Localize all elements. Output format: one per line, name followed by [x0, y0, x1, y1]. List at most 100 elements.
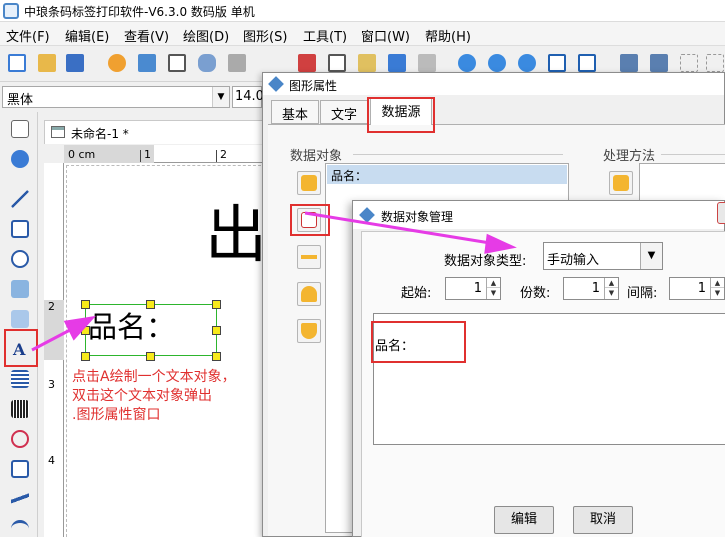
- new-file-icon[interactable]: [8, 54, 26, 72]
- start-stepper[interactable]: 1 ▲ ▼: [445, 277, 501, 300]
- chevron-down-icon[interactable]: ▼: [640, 243, 662, 269]
- app-icon: [3, 3, 19, 19]
- edit-button[interactable]: 编辑: [494, 506, 554, 534]
- menu-help[interactable]: 帮助(H): [425, 26, 471, 45]
- remove-object-button[interactable]: [297, 245, 321, 269]
- rectangle-tool-icon[interactable]: [11, 220, 29, 238]
- save-icon[interactable]: [66, 54, 84, 72]
- instruction-annotation: 点击A绘制一个文本对象， 双击这个文本对象弹出 .图形属性窗口: [72, 368, 272, 425]
- resize-handle[interactable]: [146, 300, 155, 309]
- menu-tools[interactable]: 工具(T): [303, 26, 347, 45]
- start-label: 起始:: [401, 286, 432, 301]
- resize-handle[interactable]: [146, 352, 155, 361]
- copy-icon[interactable]: [328, 54, 346, 72]
- interval-stepper[interactable]: 1 ▲ ▼: [669, 277, 725, 300]
- font-row: 黑体 ▼ 14.0: [0, 84, 264, 110]
- move-down-button[interactable]: [297, 319, 321, 343]
- document-tab[interactable]: 未命名-1 *: [44, 120, 264, 144]
- resize-handle[interactable]: [81, 352, 90, 361]
- copies-stepper[interactable]: 1 ▲ ▼: [563, 277, 619, 300]
- spin-down-icon[interactable]: ▼: [605, 288, 618, 298]
- chevron-down-icon[interactable]: ▼: [212, 87, 229, 107]
- menu-file[interactable]: 文件(F): [6, 26, 50, 45]
- print-icon[interactable]: [138, 54, 156, 72]
- dialog-icon: [359, 207, 375, 223]
- tab-label: 文字: [330, 108, 357, 123]
- datasource-tab-highlight: [367, 97, 435, 133]
- zoom-in-icon[interactable]: [458, 54, 476, 72]
- tab-basic[interactable]: 基本: [271, 100, 319, 124]
- align-icon[interactable]: [680, 54, 698, 72]
- distribute-icon[interactable]: [706, 54, 724, 72]
- data-object-manager-dialog: 数据对象管理 数据对象类型: 手动输入 ▼ 起始: 1 ▲ ▼ 份数: 1 ▲ ▼ …: [352, 200, 725, 537]
- grid-icon[interactable]: [228, 54, 246, 72]
- tab-text[interactable]: 文字: [320, 100, 368, 124]
- menu-view[interactable]: 查看(V): [124, 26, 169, 45]
- resize-handle[interactable]: [212, 300, 221, 309]
- label-text[interactable]: 品名：: [88, 307, 175, 347]
- curve-tool-icon[interactable]: [11, 490, 29, 508]
- redo-icon[interactable]: [418, 54, 436, 72]
- plus-icon: [301, 175, 317, 191]
- text-object-large[interactable]: 出: [205, 200, 267, 270]
- resize-handle[interactable]: [212, 352, 221, 361]
- rotate-tool-icon[interactable]: [11, 150, 29, 168]
- spin-down-icon[interactable]: ▼: [487, 288, 500, 298]
- annotation-line: 双击这个文本对象弹出: [72, 388, 212, 404]
- spin-up-icon[interactable]: ▲: [605, 278, 618, 288]
- zoom-page-icon[interactable]: [548, 54, 566, 72]
- cancel-button[interactable]: 取消: [573, 506, 633, 534]
- menu-window[interactable]: 窗口(W): [361, 26, 410, 45]
- settings-icon[interactable]: [108, 54, 126, 72]
- minus-icon: [301, 249, 317, 265]
- pointer-tool-icon[interactable]: [11, 120, 29, 138]
- paragraph-tool-icon[interactable]: [11, 370, 29, 388]
- paste-icon[interactable]: [358, 54, 376, 72]
- line-tool-icon[interactable]: [11, 190, 29, 208]
- arc-tool-icon[interactable]: [11, 520, 29, 537]
- qrcode-tool-icon[interactable]: [11, 460, 29, 478]
- print-preview-icon[interactable]: [168, 54, 186, 72]
- window-title: 中琅条码标签打印软件-V6.3.0 数码版 单机: [24, 5, 255, 19]
- ungroup-icon[interactable]: [650, 54, 668, 72]
- undo-icon[interactable]: [388, 54, 406, 72]
- open-folder-icon[interactable]: [38, 54, 56, 72]
- picture-tool-icon[interactable]: [11, 310, 29, 328]
- menu-shape[interactable]: 图形(S): [243, 26, 287, 45]
- zoom-fit-icon[interactable]: [518, 54, 536, 72]
- cut-icon[interactable]: [298, 54, 316, 72]
- resize-handle[interactable]: [81, 300, 90, 309]
- image-tool-icon[interactable]: [11, 280, 29, 298]
- menu-draw[interactable]: 绘图(D): [183, 26, 229, 45]
- group-icon[interactable]: [620, 54, 638, 72]
- group-divider: [353, 154, 563, 155]
- add-processing-button[interactable]: [609, 171, 633, 195]
- menu-bar: 文件(F) 编辑(E) 查看(V) 绘图(D) 图形(S) 工具(T) 窗口(W…: [0, 22, 725, 46]
- zoom-out-icon[interactable]: [488, 54, 506, 72]
- type-select[interactable]: 手动输入 ▼: [543, 242, 663, 270]
- close-button[interactable]: [717, 202, 725, 224]
- database-icon[interactable]: [198, 54, 216, 72]
- annotation-line: 点击A绘制一个文本对象，: [72, 369, 236, 385]
- arrow-down-icon: [301, 323, 317, 339]
- plus-icon: [613, 175, 629, 191]
- spin-up-icon[interactable]: ▲: [711, 278, 724, 288]
- ellipse-tool-icon[interactable]: [11, 250, 29, 268]
- add-object-button[interactable]: [297, 171, 321, 195]
- barcode-tool-icon[interactable]: [11, 400, 29, 418]
- spin-up-icon[interactable]: ▲: [487, 278, 500, 288]
- font-family-select[interactable]: 黑体: [2, 86, 230, 108]
- resize-handle[interactable]: [212, 326, 221, 335]
- list-item[interactable]: 品名：: [327, 165, 567, 184]
- move-up-button[interactable]: [297, 282, 321, 306]
- menu-edit[interactable]: 编辑(E): [65, 26, 109, 45]
- resize-handle[interactable]: [81, 326, 90, 335]
- spin-down-icon[interactable]: ▼: [711, 288, 724, 298]
- copies-value: 1: [591, 281, 600, 296]
- shape-tool-icon[interactable]: [11, 430, 29, 448]
- font-size-field[interactable]: 14.0: [232, 86, 264, 108]
- zoom-actual-icon[interactable]: [578, 54, 596, 72]
- copies-label: 份数:: [520, 286, 551, 301]
- properties-title-bar: 图形属性: [263, 73, 724, 95]
- text-tool-icon[interactable]: A: [13, 340, 25, 359]
